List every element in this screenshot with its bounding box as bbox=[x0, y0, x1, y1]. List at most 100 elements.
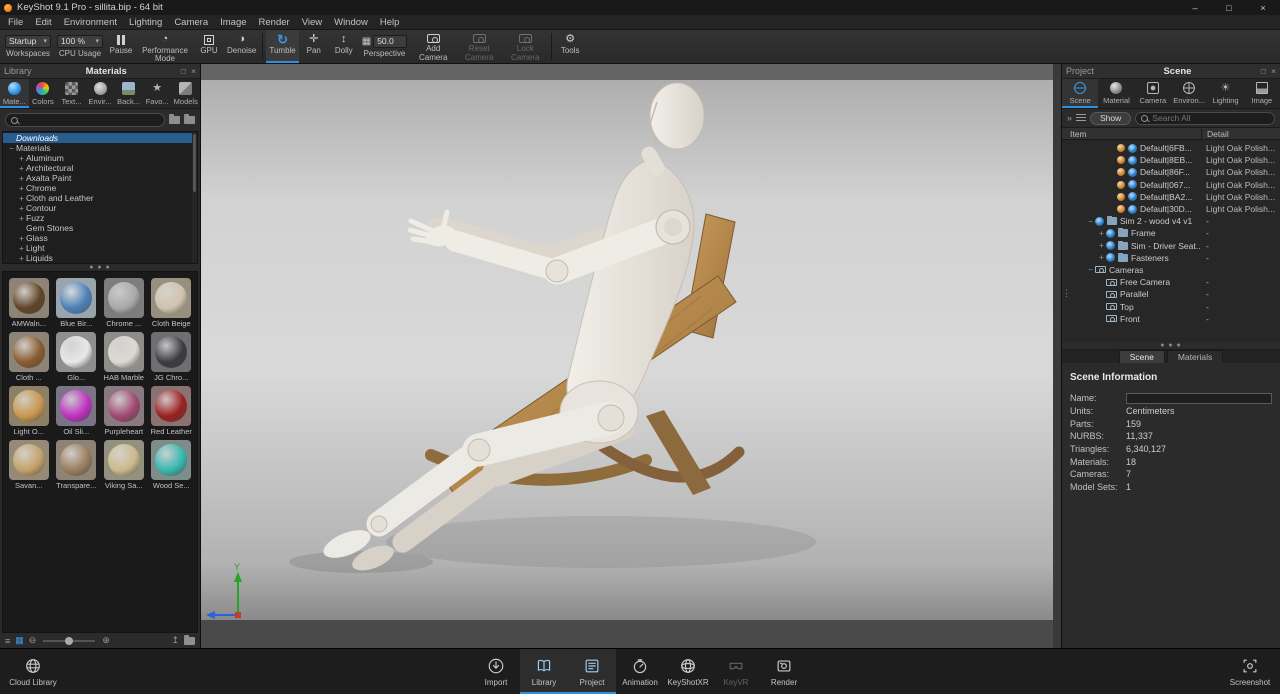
column-detail[interactable]: Detail bbox=[1201, 129, 1280, 139]
library-tree-item[interactable]: +Architectural bbox=[3, 163, 197, 173]
close-panel-icon[interactable]: × bbox=[1271, 66, 1276, 76]
scene-search-input[interactable] bbox=[1152, 113, 1269, 123]
menu-item-image[interactable]: Image bbox=[214, 17, 252, 28]
thumbnail-size-slider[interactable] bbox=[43, 640, 95, 642]
expander-icon[interactable]: + bbox=[17, 194, 26, 203]
realtime-viewport[interactable]: Y bbox=[201, 64, 1061, 648]
cpu-usage-select[interactable]: 100 %▾ bbox=[57, 35, 103, 48]
library-tree-scrollbar[interactable] bbox=[192, 132, 197, 263]
bottom-tab-materials[interactable]: Materials bbox=[1167, 350, 1223, 363]
scene-name-input[interactable] bbox=[1126, 393, 1272, 404]
bottom-tab-scene[interactable]: Scene bbox=[1119, 350, 1165, 363]
tree-filter-icon[interactable] bbox=[1076, 114, 1086, 122]
library-tree-item[interactable]: +Aluminum bbox=[3, 153, 197, 163]
visibility-eye-icon[interactable] bbox=[1128, 192, 1137, 201]
menu-item-environment[interactable]: Environment bbox=[58, 17, 123, 28]
show-button[interactable]: Show bbox=[1090, 112, 1131, 125]
fov-input[interactable]: 50.0 bbox=[373, 35, 407, 48]
collapse-all-icon[interactable]: » bbox=[1067, 113, 1072, 123]
dock-item-import[interactable]: Import bbox=[472, 649, 520, 694]
material-thumbnail[interactable]: Wood Se... bbox=[148, 438, 196, 492]
scene-tree-row[interactable]: Default|8EB...Light Oak Polish... bbox=[1062, 154, 1280, 166]
library-splitter-handle[interactable]: ● ● ● bbox=[0, 264, 200, 271]
denoise-button[interactable]: ◑ Denoise bbox=[224, 30, 259, 63]
library-tree-item[interactable]: +Contour bbox=[3, 203, 197, 213]
library-tab-materials[interactable]: Mate... bbox=[0, 79, 29, 108]
library-tree-item[interactable]: +Cloth and Leather bbox=[3, 193, 197, 203]
expander-icon[interactable]: + bbox=[17, 234, 26, 243]
cloud-library-button[interactable]: Cloud Library bbox=[4, 649, 62, 694]
dock-item-animation[interactable]: Animation bbox=[616, 649, 664, 694]
library-tree-item[interactable]: +Glass bbox=[3, 233, 197, 243]
workspace-select[interactable]: Startup▾ bbox=[5, 35, 51, 48]
expander-icon[interactable]: + bbox=[1097, 253, 1106, 262]
slider-knob[interactable] bbox=[65, 637, 73, 645]
visibility-eye-icon[interactable] bbox=[1095, 217, 1104, 226]
project-tab-environment[interactable]: Environ... bbox=[1171, 79, 1207, 108]
expander-icon[interactable]: − bbox=[1086, 265, 1095, 274]
scene-tree-row[interactable]: Default|86F...Light Oak Polish... bbox=[1062, 166, 1280, 178]
scene-tree-row[interactable]: Default|BA2...Light Oak Polish... bbox=[1062, 191, 1280, 203]
library-tree-item[interactable]: +Axalta Paint bbox=[3, 173, 197, 183]
scene-tree-row[interactable]: +Frame- bbox=[1062, 227, 1280, 239]
tumble-button[interactable]: ↻ Tumble bbox=[266, 30, 298, 63]
library-tab-environments[interactable]: Envir... bbox=[86, 79, 115, 108]
undock-panel-icon[interactable]: □ bbox=[1261, 66, 1266, 76]
list-view-icon[interactable]: ≡ bbox=[5, 636, 10, 646]
scene-tree-row[interactable]: Default|30D...Light Oak Polish... bbox=[1062, 203, 1280, 215]
library-tab-textures[interactable]: Text... bbox=[57, 79, 86, 108]
library-tree-item[interactable]: +Fuzz bbox=[3, 213, 197, 223]
expander-icon[interactable]: + bbox=[17, 254, 26, 263]
menu-item-camera[interactable]: Camera bbox=[168, 17, 214, 28]
library-tree-item[interactable]: +Chrome bbox=[3, 183, 197, 193]
material-thumbnail[interactable]: Transpare... bbox=[53, 438, 101, 492]
grid-view-icon[interactable]: ▦ bbox=[15, 635, 24, 646]
material-thumbnail[interactable]: AMWaln... bbox=[5, 276, 53, 330]
expander-icon[interactable]: + bbox=[17, 244, 26, 253]
visibility-eye-icon[interactable] bbox=[1106, 229, 1115, 238]
close-panel-icon[interactable]: × bbox=[191, 66, 196, 76]
menu-item-lighting[interactable]: Lighting bbox=[123, 17, 168, 28]
expander-icon[interactable]: + bbox=[1097, 229, 1106, 238]
scene-tree-row[interactable]: Front- bbox=[1062, 313, 1280, 325]
zoom-out-icon[interactable]: ⊖ bbox=[29, 635, 37, 646]
project-tab-lighting[interactable]: ☀Lighting bbox=[1207, 79, 1243, 108]
library-tree-item[interactable]: +Light bbox=[3, 243, 197, 253]
menu-item-view[interactable]: View bbox=[296, 17, 328, 28]
folder-icon[interactable] bbox=[184, 637, 195, 645]
menu-item-file[interactable]: File bbox=[2, 17, 29, 28]
expander-icon[interactable]: + bbox=[17, 184, 26, 193]
visibility-eye-icon[interactable] bbox=[1106, 241, 1115, 250]
expander-icon[interactable]: + bbox=[17, 154, 26, 163]
visibility-eye-icon[interactable] bbox=[1128, 156, 1137, 165]
dock-item-project[interactable]: Project bbox=[568, 649, 616, 694]
close-button[interactable]: × bbox=[1246, 0, 1280, 15]
menu-item-render[interactable]: Render bbox=[253, 17, 296, 28]
visibility-eye-icon[interactable] bbox=[1128, 205, 1137, 214]
expander-icon[interactable]: + bbox=[17, 164, 26, 173]
tools-button[interactable]: ⚙ Tools bbox=[555, 30, 585, 63]
upload-icon[interactable]: ↥ bbox=[171, 635, 179, 646]
undock-panel-icon[interactable]: □ bbox=[181, 66, 186, 76]
library-tree-item[interactable]: +Liquids bbox=[3, 253, 197, 263]
add-camera-button[interactable]: Add Camera bbox=[410, 30, 456, 63]
scene-tree-row[interactable]: Free Camera- bbox=[1062, 276, 1280, 288]
scene-tree-row[interactable]: −Sim 2 - wood v4 v1- bbox=[1062, 215, 1280, 227]
visibility-eye-icon[interactable] bbox=[1128, 180, 1137, 189]
lock-camera-button[interactable]: Lock Camera bbox=[502, 30, 548, 63]
render-canvas[interactable]: Y bbox=[201, 64, 1061, 648]
scene-tree-row[interactable]: −Cameras bbox=[1062, 264, 1280, 276]
expander-icon[interactable]: + bbox=[17, 174, 26, 183]
material-thumbnail[interactable]: Savan... bbox=[5, 438, 53, 492]
scene-tree-row[interactable]: Parallel- bbox=[1062, 288, 1280, 300]
project-tab-image[interactable]: Image bbox=[1244, 79, 1280, 108]
material-thumbnail[interactable]: Light O... bbox=[5, 384, 53, 438]
performance-mode-button[interactable]: ◔ Performance Mode bbox=[136, 30, 194, 63]
material-thumbnail[interactable]: Purpleheart bbox=[100, 384, 148, 438]
library-search-box[interactable] bbox=[5, 113, 165, 127]
library-tab-backplates[interactable]: Back... bbox=[114, 79, 143, 108]
zoom-in-icon[interactable]: ⊕ bbox=[102, 635, 110, 646]
visibility-eye-icon[interactable] bbox=[1128, 144, 1137, 153]
dock-item-library[interactable]: Library bbox=[520, 649, 568, 694]
pause-button[interactable]: Pause bbox=[106, 30, 136, 63]
